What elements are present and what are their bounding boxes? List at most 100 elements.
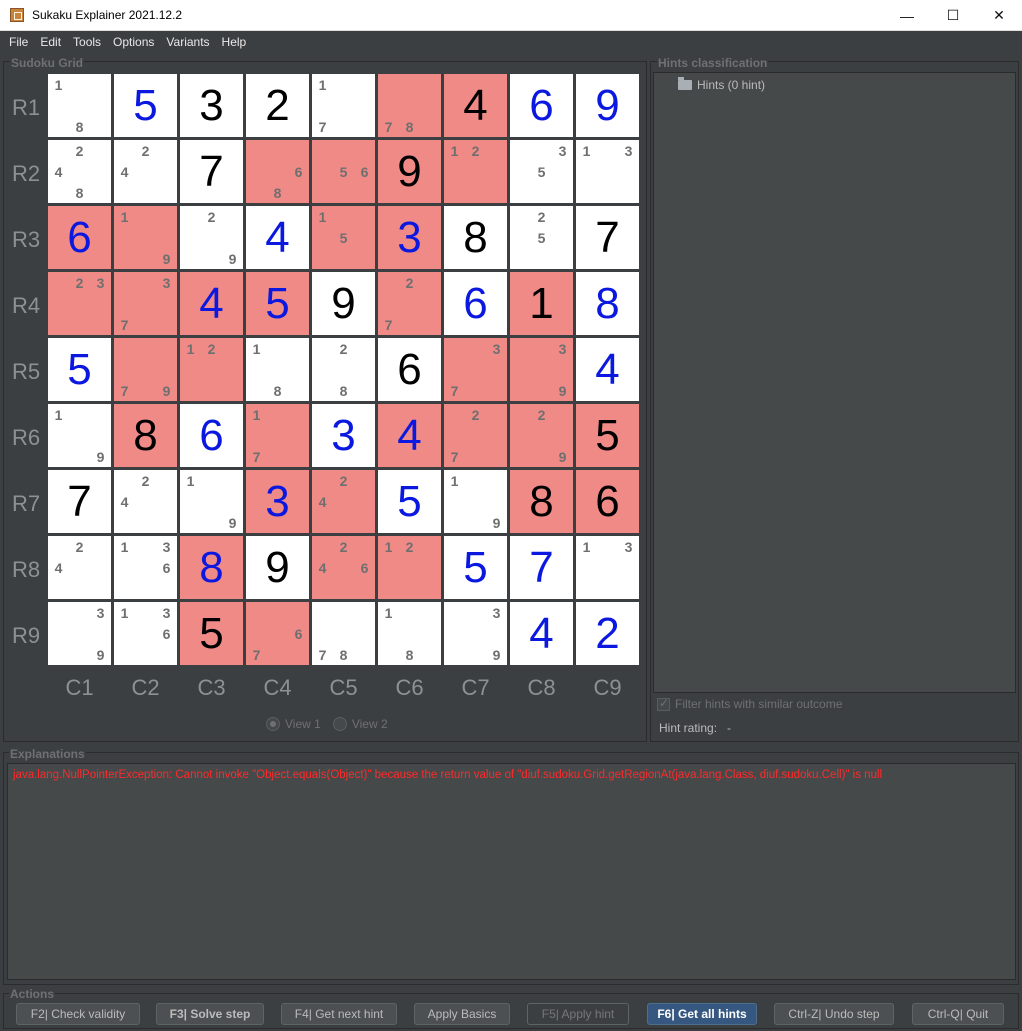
cell-r3c3[interactable]: 29 <box>180 206 243 269</box>
cell-r3c9[interactable]: 7 <box>576 206 639 269</box>
cell-r9c5[interactable]: 78 <box>312 602 375 665</box>
cell-r1c1[interactable]: 18 <box>48 74 111 137</box>
cell-r9c7[interactable]: 39 <box>444 602 507 665</box>
cell-r9c3[interactable]: 5 <box>180 602 243 665</box>
cell-r9c8[interactable]: 4 <box>510 602 573 665</box>
solve-step-button[interactable]: F3| Solve step <box>156 1003 264 1025</box>
view1-label[interactable]: View 1 <box>285 717 321 731</box>
cell-r4c5[interactable]: 9 <box>312 272 375 335</box>
view2-label[interactable]: View 2 <box>352 717 388 731</box>
maximize-button[interactable]: ☐ <box>930 0 976 31</box>
cell-r4c8[interactable]: 1 <box>510 272 573 335</box>
menu-tools[interactable]: Tools <box>67 31 107 53</box>
quit-button[interactable]: Ctrl-Q| Quit <box>912 1003 1004 1025</box>
cell-r6c4[interactable]: 17 <box>246 404 309 467</box>
cell-r7c6[interactable]: 5 <box>378 470 441 533</box>
cell-r2c5[interactable]: 56 <box>312 140 375 203</box>
cell-r2c9[interactable]: 13 <box>576 140 639 203</box>
cell-r3c2[interactable]: 19 <box>114 206 177 269</box>
cell-r2c7[interactable]: 12 <box>444 140 507 203</box>
cell-r4c3[interactable]: 4 <box>180 272 243 335</box>
menu-edit[interactable]: Edit <box>34 31 67 53</box>
cell-r1c9[interactable]: 9 <box>576 74 639 137</box>
cell-r3c1[interactable]: 6 <box>48 206 111 269</box>
cell-r2c8[interactable]: 35 <box>510 140 573 203</box>
cell-r5c7[interactable]: 37 <box>444 338 507 401</box>
cell-r5c5[interactable]: 28 <box>312 338 375 401</box>
cell-r2c1[interactable]: 248 <box>48 140 111 203</box>
get-next-hint-button[interactable]: F4| Get next hint <box>281 1003 397 1025</box>
cell-r8c5[interactable]: 24 6 <box>312 536 375 599</box>
cell-r4c9[interactable]: 8 <box>576 272 639 335</box>
cell-r2c2[interactable]: 24 <box>114 140 177 203</box>
cell-r4c1[interactable]: 23 <box>48 272 111 335</box>
cell-r6c6[interactable]: 4 <box>378 404 441 467</box>
cell-r9c4[interactable]: 67 <box>246 602 309 665</box>
cell-r5c1[interactable]: 5 <box>48 338 111 401</box>
apply-hint-button[interactable]: F5| Apply hint <box>527 1003 629 1025</box>
minimize-button[interactable]: — <box>884 0 930 31</box>
cell-r6c2[interactable]: 8 <box>114 404 177 467</box>
cell-r9c1[interactable]: 39 <box>48 602 111 665</box>
cell-r3c4[interactable]: 4 <box>246 206 309 269</box>
hints-tree[interactable]: Hints (0 hint) <box>653 72 1016 693</box>
cell-r7c2[interactable]: 24 <box>114 470 177 533</box>
cell-r4c4[interactable]: 5 <box>246 272 309 335</box>
cell-r8c3[interactable]: 8 <box>180 536 243 599</box>
cell-r6c7[interactable]: 27 <box>444 404 507 467</box>
cell-r8c4[interactable]: 9 <box>246 536 309 599</box>
cell-r8c7[interactable]: 5 <box>444 536 507 599</box>
sudoku-grid[interactable]: 1853217784692482476856912351361929415382… <box>48 74 642 668</box>
cell-r6c1[interactable]: 19 <box>48 404 111 467</box>
get-all-hints-button[interactable]: F6| Get all hints <box>647 1003 757 1025</box>
cell-r2c4[interactable]: 68 <box>246 140 309 203</box>
cell-r6c3[interactable]: 6 <box>180 404 243 467</box>
tree-root-hints[interactable]: Hints (0 hint) <box>678 77 765 92</box>
cell-r4c7[interactable]: 6 <box>444 272 507 335</box>
cell-r1c4[interactable]: 2 <box>246 74 309 137</box>
cell-r1c2[interactable]: 5 <box>114 74 177 137</box>
cell-r8c8[interactable]: 7 <box>510 536 573 599</box>
menu-file[interactable]: File <box>3 31 34 53</box>
cell-r2c3[interactable]: 7 <box>180 140 243 203</box>
menu-help[interactable]: Help <box>216 31 253 53</box>
cell-r7c5[interactable]: 24 <box>312 470 375 533</box>
cell-r3c8[interactable]: 25 <box>510 206 573 269</box>
cell-r8c2[interactable]: 1 3 6 <box>114 536 177 599</box>
cell-r1c6[interactable]: 78 <box>378 74 441 137</box>
cell-r2c6[interactable]: 9 <box>378 140 441 203</box>
cell-r5c6[interactable]: 6 <box>378 338 441 401</box>
cell-r7c4[interactable]: 3 <box>246 470 309 533</box>
view2-radio[interactable] <box>332 717 347 731</box>
cell-r3c5[interactable]: 15 <box>312 206 375 269</box>
close-button[interactable]: ✕ <box>976 0 1022 31</box>
cell-r1c3[interactable]: 3 <box>180 74 243 137</box>
menu-variants[interactable]: Variants <box>160 31 215 53</box>
cell-r5c4[interactable]: 18 <box>246 338 309 401</box>
cell-r5c9[interactable]: 4 <box>576 338 639 401</box>
cell-r9c9[interactable]: 2 <box>576 602 639 665</box>
cell-r5c2[interactable]: 79 <box>114 338 177 401</box>
cell-r8c6[interactable]: 12 <box>378 536 441 599</box>
cell-r8c1[interactable]: 24 <box>48 536 111 599</box>
apply-basics-button[interactable]: Apply Basics <box>414 1003 510 1025</box>
cell-r7c7[interactable]: 19 <box>444 470 507 533</box>
filter-hints-checkbox[interactable] <box>657 696 670 711</box>
explanation-text-area[interactable]: java.lang.NullPointerException: Cannot i… <box>7 763 1016 980</box>
cell-r6c9[interactable]: 5 <box>576 404 639 467</box>
check-validity-button[interactable]: F2| Check validity <box>16 1003 140 1025</box>
cell-r6c8[interactable]: 29 <box>510 404 573 467</box>
cell-r9c2[interactable]: 1 3 6 <box>114 602 177 665</box>
cell-r1c7[interactable]: 4 <box>444 74 507 137</box>
cell-r4c2[interactable]: 37 <box>114 272 177 335</box>
cell-r7c1[interactable]: 7 <box>48 470 111 533</box>
cell-r4c6[interactable]: 27 <box>378 272 441 335</box>
cell-r3c6[interactable]: 3 <box>378 206 441 269</box>
filter-hints-option[interactable]: Filter hints with similar outcome <box>657 696 842 711</box>
cell-r5c3[interactable]: 12 <box>180 338 243 401</box>
menu-options[interactable]: Options <box>107 31 160 53</box>
cell-r6c5[interactable]: 3 <box>312 404 375 467</box>
cell-r9c6[interactable]: 18 <box>378 602 441 665</box>
cell-r1c8[interactable]: 6 <box>510 74 573 137</box>
cell-r7c3[interactable]: 19 <box>180 470 243 533</box>
